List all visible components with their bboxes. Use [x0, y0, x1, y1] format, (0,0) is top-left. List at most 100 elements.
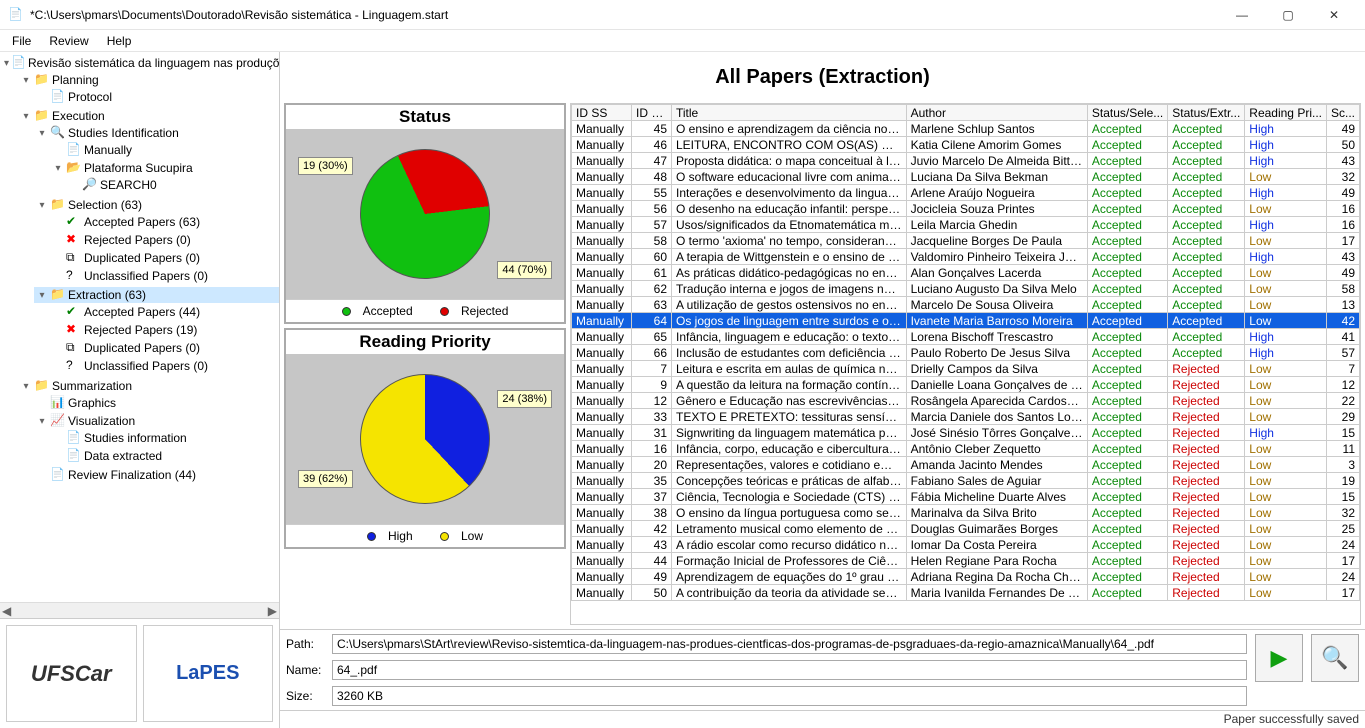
tree-data-ext[interactable]: Data extracted: [84, 449, 162, 463]
tree-protocol[interactable]: Protocol: [68, 90, 112, 104]
table-row[interactable]: Manually58O termo 'axioma' no tempo, con…: [572, 233, 1360, 249]
search-button[interactable]: 🔍: [1311, 634, 1359, 682]
table-row[interactable]: Manually35Concepções teóricas e práticas…: [572, 473, 1360, 489]
path-input[interactable]: [332, 634, 1247, 654]
table-row[interactable]: Manually56O desenho na educação infantil…: [572, 201, 1360, 217]
minimize-button[interactable]: —: [1219, 0, 1265, 30]
table-row[interactable]: Manually20Representações, valores e coti…: [572, 457, 1360, 473]
col-idp[interactable]: ID P...: [632, 105, 672, 121]
table-row[interactable]: Manually42Letramento musical como elemen…: [572, 521, 1360, 537]
tree-ext-dup[interactable]: Duplicated Papers (0): [84, 341, 200, 355]
col-sext[interactable]: Status/Extr...: [1168, 105, 1245, 121]
tree-scrollbar[interactable]: ◀▶: [0, 602, 279, 618]
table-row[interactable]: Manually37Ciência, Tecnologia e Sociedad…: [572, 489, 1360, 505]
col-title[interactable]: Title: [672, 105, 907, 121]
tree-selection[interactable]: Selection (63): [68, 198, 142, 212]
tree-ext-unc[interactable]: Unclassified Papers (0): [84, 359, 208, 373]
table-row[interactable]: Manually60A terapia de Wittgenstein e o …: [572, 249, 1360, 265]
play-button[interactable]: ▶: [1255, 634, 1303, 682]
tree-sel-dup[interactable]: Duplicated Papers (0): [84, 251, 200, 265]
status-bar: Paper successfully saved: [280, 710, 1365, 728]
table-row[interactable]: Manually7Leitura e escrita em aulas de q…: [572, 361, 1360, 377]
tree-graphics[interactable]: Graphics: [68, 396, 116, 410]
menu-review[interactable]: Review: [41, 32, 96, 50]
table-row[interactable]: Manually45O ensino e aprendizagem da ciê…: [572, 121, 1360, 137]
table-row[interactable]: Manually16Infância, corpo, educação e ci…: [572, 441, 1360, 457]
footer-panel: Path: Name: Size: ▶ 🔍: [280, 629, 1365, 710]
tree-studies-id[interactable]: Studies Identification: [68, 126, 179, 140]
name-label: Name:: [286, 663, 326, 677]
maximize-button[interactable]: ▢: [1265, 0, 1311, 30]
table-row[interactable]: Manually63A utilização de gestos ostensi…: [572, 297, 1360, 313]
logo-ufscar: UFSCar: [6, 625, 137, 722]
col-pri[interactable]: Reading Pri...: [1245, 105, 1327, 121]
logo-lapes: LaPES: [143, 625, 274, 722]
page-title: All Papers (Extraction): [280, 52, 1365, 103]
tree-sel-rej[interactable]: Rejected Papers (0): [84, 233, 191, 247]
chart-priority: Reading Priority 24 (38%) 39 (62%) High …: [284, 328, 566, 549]
table-row[interactable]: Manually66Inclusão de estudantes com def…: [572, 345, 1360, 361]
table-row[interactable]: Manually46LEITURA, ENCONTRO COM OS(AS) O…: [572, 137, 1360, 153]
tree-planning[interactable]: Planning: [52, 73, 99, 87]
tree-sel-unc[interactable]: Unclassified Papers (0): [84, 269, 208, 283]
tree-review-fin[interactable]: Review Finalization (44): [68, 468, 196, 482]
table-row[interactable]: Manually50A contribuição da teoria da at…: [572, 585, 1360, 601]
table-row[interactable]: Manually65Infância, linguagem e educação…: [572, 329, 1360, 345]
tree-extraction[interactable]: Extraction (63): [68, 288, 146, 302]
project-tree[interactable]: ▾📄Revisão sistemática da linguagem nas p…: [0, 52, 279, 602]
close-button[interactable]: ✕: [1311, 0, 1357, 30]
pie-priority: [360, 374, 490, 504]
callout-high: 24 (38%): [497, 390, 552, 408]
table-row[interactable]: Manually62Tradução interna e jogos de im…: [572, 281, 1360, 297]
size-input[interactable]: [332, 686, 1247, 706]
tree-summarization[interactable]: Summarization: [52, 379, 132, 393]
table-row[interactable]: Manually57Usos/significados da Etnomatem…: [572, 217, 1360, 233]
table-row[interactable]: Manually49Aprendizagem de equações do 1º…: [572, 569, 1360, 585]
table-row[interactable]: Manually55Interações e desenvolvimento d…: [572, 185, 1360, 201]
table-row[interactable]: Manually47Proposta didática: o mapa conc…: [572, 153, 1360, 169]
name-input[interactable]: [332, 660, 1247, 680]
tree-search0[interactable]: SEARCH0: [100, 178, 157, 192]
callout-low: 39 (62%): [298, 470, 353, 488]
chart-priority-title: Reading Priority: [286, 330, 564, 354]
table-row[interactable]: Manually44Formação Inicial de Professore…: [572, 553, 1360, 569]
table-row[interactable]: Manually43A rádio escolar como recurso d…: [572, 537, 1360, 553]
title-bar: 📄 *C:\Users\pmars\Documents\Doutorado\Re…: [0, 0, 1365, 30]
tree-manually[interactable]: Manually: [84, 143, 132, 157]
col-ssel[interactable]: Status/Sele...: [1087, 105, 1167, 121]
table-row[interactable]: Manually9A questão da leitura na formaçã…: [572, 377, 1360, 393]
tree-visualization[interactable]: Visualization: [68, 414, 135, 428]
menu-help[interactable]: Help: [99, 32, 140, 50]
menu-file[interactable]: File: [4, 32, 39, 50]
tree-root[interactable]: Revisão sistemática da linguagem nas pro…: [28, 56, 279, 70]
tree-execution[interactable]: Execution: [52, 109, 105, 123]
window-title: *C:\Users\pmars\Documents\Doutorado\Revi…: [30, 8, 1219, 22]
table-row[interactable]: Manually38O ensino da língua portuguesa …: [572, 505, 1360, 521]
app-icon: 📄: [8, 7, 24, 23]
tree-ext-acc[interactable]: Accepted Papers (44): [84, 305, 200, 319]
chart-status-title: Status: [286, 105, 564, 129]
papers-table[interactable]: ID SS ID P... Title Author Status/Sele..…: [571, 104, 1360, 601]
tree-ext-rej[interactable]: Rejected Papers (19): [84, 323, 197, 337]
papers-table-wrap[interactable]: ID SS ID P... Title Author Status/Sele..…: [570, 103, 1361, 625]
col-idss[interactable]: ID SS: [572, 105, 632, 121]
col-sc[interactable]: Sc...: [1326, 105, 1359, 121]
chart-status: Status 19 (30%) 44 (70%) Accepted Reject…: [284, 103, 566, 324]
tree-sel-acc[interactable]: Accepted Papers (63): [84, 215, 200, 229]
table-row[interactable]: Manually61As práticas didático-pedagógic…: [572, 265, 1360, 281]
tree-sucupira[interactable]: Plataforma Sucupira: [84, 161, 193, 175]
legend-status: Accepted Rejected: [286, 299, 564, 322]
pie-status: [339, 128, 512, 301]
table-row[interactable]: Manually12Gênero e Educação nas escreviv…: [572, 393, 1360, 409]
legend-priority: High Low: [286, 524, 564, 547]
table-row[interactable]: Manually33TEXTO E PRETEXTO: tessituras s…: [572, 409, 1360, 425]
table-row[interactable]: Manually64Os jogos de linguagem entre su…: [572, 313, 1360, 329]
tree-studies-info[interactable]: Studies information: [84, 431, 187, 445]
size-label: Size:: [286, 689, 326, 703]
path-label: Path:: [286, 637, 326, 651]
col-author[interactable]: Author: [906, 105, 1087, 121]
callout-accepted: 44 (70%): [497, 261, 552, 279]
callout-rejected: 19 (30%): [298, 157, 353, 175]
table-row[interactable]: Manually31Signwriting da linguagem matem…: [572, 425, 1360, 441]
table-row[interactable]: Manually48O software educacional livre c…: [572, 169, 1360, 185]
